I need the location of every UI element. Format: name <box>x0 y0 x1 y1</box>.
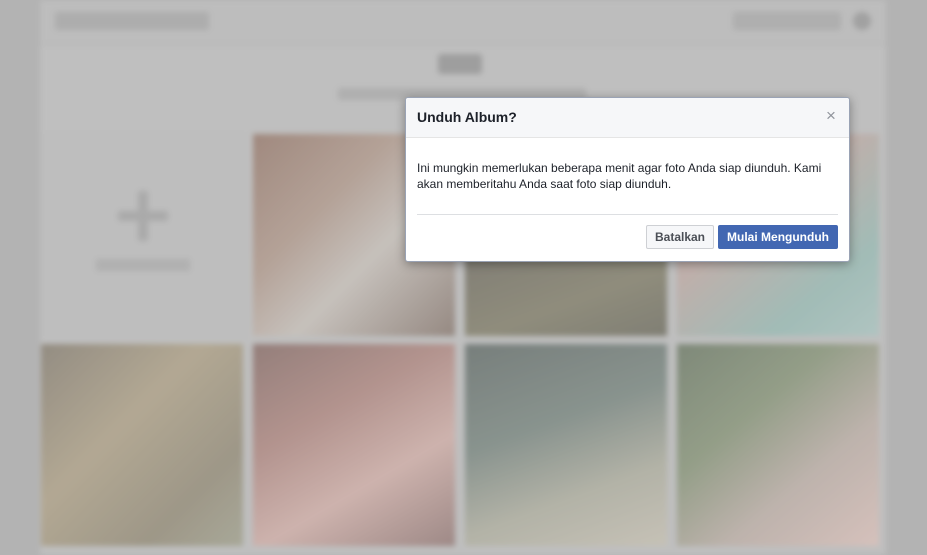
cancel-button[interactable]: Batalkan <box>645 225 715 249</box>
close-icon[interactable]: × <box>824 107 838 124</box>
dialog-footer: Batalkan Mulai Mengunduh <box>645 225 838 249</box>
dialog-header: Unduh Album? × <box>406 98 849 138</box>
modal-overlay[interactable] <box>0 0 927 555</box>
dialog-divider <box>417 214 838 215</box>
start-download-button[interactable]: Mulai Mengunduh <box>718 225 838 249</box>
dialog-title: Unduh Album? <box>417 109 517 125</box>
download-album-dialog: Unduh Album? × Ini mungkin memerlukan be… <box>405 97 850 262</box>
dialog-message: Ini mungkin memerlukan beberapa menit ag… <box>417 161 822 191</box>
